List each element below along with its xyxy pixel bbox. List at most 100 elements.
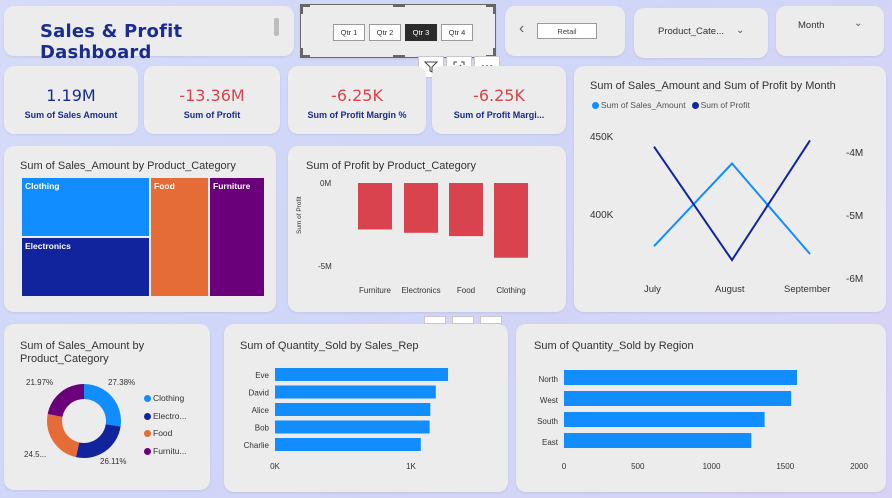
qtr-2-button[interactable]: Qtr 2 [369,24,401,41]
visual-handle[interactable] [424,316,446,324]
bar-west[interactable] [564,391,792,406]
kpi-profit: -13.36M Sum of Profit [144,66,280,134]
x-tick: 0K [270,462,280,471]
qtr-4-button[interactable]: Qtr 4 [441,24,473,41]
product-category-label: Product_Cate... [658,26,725,37]
title-scrollbar[interactable] [274,18,279,36]
slice-label: 21.97% [26,378,54,387]
sales-profit-month-card: Sum of Sales_Amount and Sum of Profit by… [574,66,886,312]
resize-handle-bottom[interactable] [393,55,405,58]
legend-dot [144,430,151,438]
kpi-label: Sum of Sales Amount [24,110,118,120]
kpi-value: 1.19M [46,86,96,105]
kpi-profit-margin-2: -6.25K Sum of Profit Margi... [432,66,566,134]
resize-handle-tr[interactable] [486,4,496,14]
profit-bar-furniture[interactable] [358,183,392,230]
retail-value[interactable]: Retail [537,23,597,39]
y-tick: East [542,438,559,447]
y-tick: North [538,375,558,384]
dashboard-title: Sales & Profit Dashboard [40,21,183,63]
bar-david[interactable] [275,385,436,399]
kpi-label: Sum of Profit Margi... [453,110,545,120]
y-tick: Alice [252,406,270,415]
region-bars: North West South East 0 500 1000 1500 2000 [537,370,868,471]
profit-bar-electronics[interactable] [404,183,438,233]
visual-handle[interactable] [452,316,474,324]
kpi-value: -6.25K [473,86,525,105]
month-slicer[interactable]: Month ⌄ [776,6,884,56]
x-tick: Clothing [496,286,525,295]
retail-slicer[interactable]: ‹ Retail [505,6,625,56]
line-plot [653,139,811,262]
kpi-sales-amount: 1.19M Sum of Sales Amount [4,66,138,134]
x-tick: 0 [562,462,567,471]
bar-south[interactable] [564,412,765,427]
y-tick: Charlie [244,441,270,450]
y-tick: Eve [255,371,269,380]
treemap-cell-food[interactable]: Food [151,178,208,296]
y-tick: David [249,389,269,398]
profit-bar-food[interactable] [449,183,483,237]
treemap-label: Electronics [25,241,71,251]
bar-charlie[interactable] [275,438,421,451]
bar-bob[interactable] [275,420,430,434]
donut-slice-0[interactable] [84,384,121,427]
treemap-card: Sum of Sales_Amount by Product_Category … [4,146,276,312]
x-tick: 1000 [703,462,721,471]
kpi-value: -6.25K [331,86,383,105]
profit-bar-clothing[interactable] [494,183,528,258]
treemap-cell-electronics[interactable]: Electronics [22,238,149,296]
legend-dot [144,412,151,420]
slice-label: 27.38% [108,378,136,387]
treemap-cell-furniture[interactable]: Furniture [210,178,264,296]
kpi-value: -13.36M [179,86,245,105]
rep-bars: Eve David Alice Bob Charlie 0K 1K [244,368,449,471]
qtr-1-button[interactable]: Qtr 1 [333,24,365,41]
x-tick: Furniture [359,286,392,295]
title-card: Sales & Profit Dashboard [4,6,294,63]
profit-line[interactable] [653,139,811,262]
legend-item[interactable]: Electro... [144,408,187,426]
kpi-label: Sum of Profit Margin % [307,110,407,120]
chevron-left-icon[interactable]: ‹ [519,20,524,38]
x-tick: 2000 [850,462,868,471]
legend-label: Clothing [153,393,185,403]
legend-dot [144,447,151,455]
slice-label: 26.11% [100,457,127,466]
donut-slice-3[interactable] [47,384,84,417]
chevron-down-icon[interactable]: ⌄ [736,25,744,36]
x-tick: 1500 [776,462,794,471]
quantity-by-rep-card: Sum of Quantity_Sold by Sales_Rep Eve Dav… [224,324,508,492]
resize-handle-tl[interactable] [300,4,310,14]
quarter-slicer[interactable]: Qtr 1 Qtr 2 Qtr 3 Qtr 4 [300,4,496,58]
resize-handle-top[interactable] [393,4,405,7]
donut-card: Sum of Sales_Amount by Product_Category … [4,324,210,490]
kpi-label: Sum of Profit [183,110,241,120]
profit-bars: Furniture Electronics Food Clothing [358,183,528,295]
quarter-options: Qtr 1 Qtr 2 Qtr 3 Qtr 4 [333,24,473,41]
bar-eve[interactable] [275,368,449,381]
treemap-label: Furniture [213,181,251,191]
legend-dot [144,395,151,403]
treemap-cell-clothing[interactable]: Clothing [22,178,149,236]
legend-item[interactable]: Food [144,425,187,443]
bar-alice[interactable] [275,403,431,416]
donut-slice-1[interactable] [75,424,121,458]
donut-slice-2[interactable] [47,413,80,458]
bar-east[interactable] [564,433,752,448]
treemap-area: Clothing Electronics Food Furniture [22,178,264,296]
product-category-slicer[interactable]: Product_Cate... ⌄ [634,8,768,58]
bar-north[interactable] [564,370,798,385]
legend-item[interactable]: Furnitu... [144,443,187,461]
chart-title: Sum of Sales_Amount by Product_Category [20,160,236,172]
legend-item[interactable]: Clothing [144,390,187,408]
visual-handle[interactable] [480,316,502,324]
qtr-3-button[interactable]: Qtr 3 [405,24,437,41]
donut-legend: Clothing Electro... Food Furnitu... [144,390,187,460]
kpi-profit-margin: -6.25K Sum of Profit Margin % [288,66,426,134]
y-tick: Bob [255,424,270,433]
treemap-label: Clothing [25,181,60,191]
resize-handle-bl[interactable] [300,48,310,58]
profit-by-category-card: Sum of Profit by Product_Category 0M -5M… [288,146,566,312]
chevron-down-icon[interactable]: ⌄ [854,18,862,29]
